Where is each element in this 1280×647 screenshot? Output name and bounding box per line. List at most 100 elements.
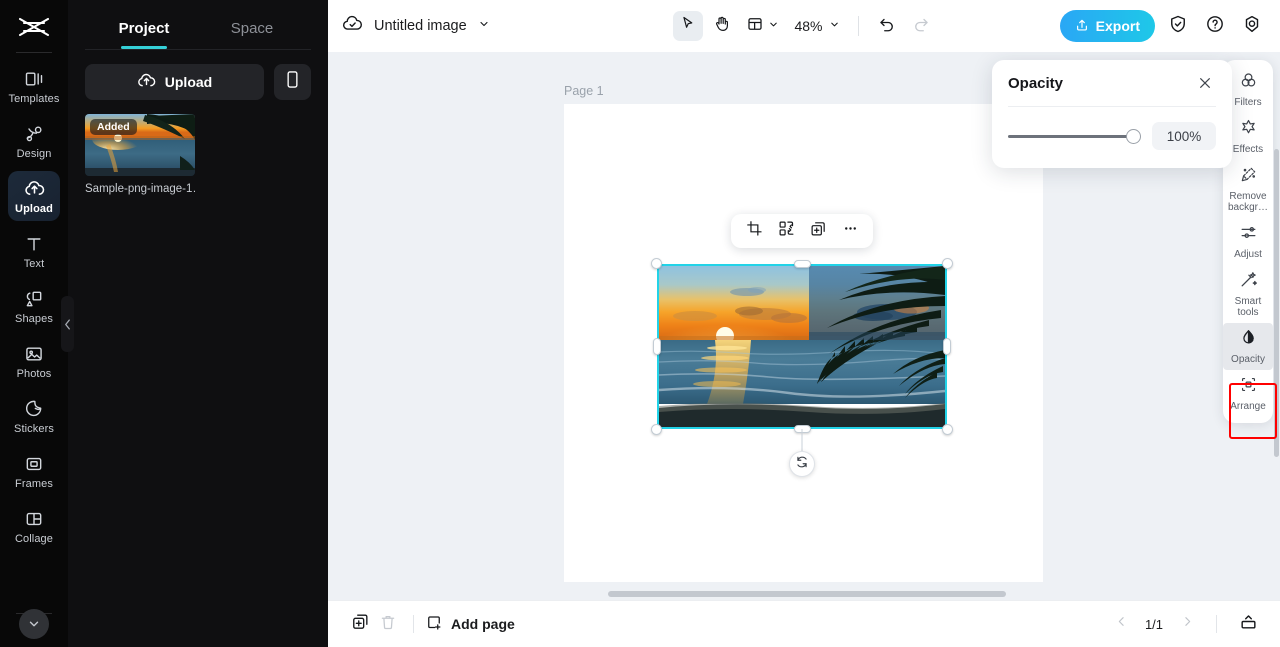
upload-cloud-icon — [137, 71, 156, 93]
sidebar-item-label: Stickers — [14, 422, 54, 435]
resize-handle-top-right[interactable] — [942, 258, 953, 269]
opacity-popup: Opacity 100% — [992, 60, 1232, 168]
tool-opacity[interactable]: Opacity — [1223, 323, 1273, 370]
tool-smart-tools[interactable]: Smart tools — [1223, 265, 1273, 323]
upload-cloud-icon — [23, 178, 45, 200]
select-tool-button[interactable] — [672, 11, 703, 41]
rail-collapse-button[interactable] — [19, 609, 49, 639]
hand-tool-button[interactable] — [707, 11, 737, 41]
sidebar-item-shapes[interactable]: Shapes — [8, 281, 60, 331]
tool-label: Smart tools — [1234, 296, 1262, 318]
delete-page-button[interactable] — [374, 610, 402, 638]
design-icon — [23, 123, 45, 145]
document-title-group[interactable]: Untitled image — [342, 13, 490, 39]
canvas-hscroll-thumb[interactable] — [608, 591, 1006, 597]
resize-handle-bottom-right[interactable] — [942, 424, 953, 435]
sidebar-item-photos[interactable]: Photos — [8, 336, 60, 386]
undo-arrow-icon — [878, 15, 896, 38]
capcut-logo-icon — [14, 14, 54, 40]
canvas-hscroll-track[interactable] — [328, 588, 1280, 600]
upload-from-mobile-button[interactable] — [274, 64, 311, 100]
upload-button-label: Upload — [164, 74, 213, 90]
cursor-arrow-icon — [679, 15, 696, 37]
tab-project[interactable]: Project — [90, 14, 198, 49]
sidebar-item-upload[interactable]: Upload — [8, 171, 60, 221]
duplicate-page-button[interactable] — [346, 610, 374, 638]
arrange-icon — [1239, 375, 1258, 399]
tool-adjust[interactable]: Adjust — [1223, 218, 1273, 265]
layout-selector[interactable] — [741, 11, 784, 42]
sidebar-item-stickers[interactable]: Stickers — [8, 391, 60, 441]
resize-handle-right[interactable] — [943, 338, 951, 355]
rail-divider — [16, 52, 52, 53]
export-button[interactable]: Export — [1059, 10, 1155, 42]
sidebar-item-collage[interactable]: Collage — [8, 501, 60, 551]
tab-space[interactable]: Space — [198, 14, 306, 49]
resize-handle-bottom-left[interactable] — [651, 424, 662, 435]
redo-button[interactable] — [906, 11, 936, 41]
undo-button[interactable] — [872, 11, 902, 41]
sidebar-item-label: Design — [16, 147, 52, 160]
prev-page-button[interactable] — [1109, 612, 1133, 636]
tool-remove-background[interactable]: Remove backgr… — [1223, 160, 1273, 218]
tool-arrange[interactable]: Arrange — [1223, 370, 1273, 417]
sidebar-item-frames[interactable]: Frames — [8, 446, 60, 496]
page-indicator: 1/1 — [1144, 616, 1164, 632]
bottom-divider-right — [1216, 615, 1217, 633]
replace-button[interactable] — [773, 218, 799, 244]
photos-icon — [23, 343, 45, 365]
sidebar-item-templates[interactable]: Templates — [8, 61, 60, 111]
crop-button[interactable] — [741, 218, 767, 244]
resize-handle-top-left[interactable] — [651, 258, 662, 269]
chevron-down-icon[interactable] — [478, 17, 490, 35]
tool-label: Filters — [1234, 97, 1262, 108]
canvas-area[interactable]: Page 1 Opacity 100% Filters Effects Remo… — [328, 52, 1280, 600]
more-options-button[interactable] — [837, 218, 863, 244]
zoom-selector[interactable]: 48% — [788, 13, 845, 39]
sidebar-item-design[interactable]: Design — [8, 116, 60, 166]
asset-item[interactable]: Added Sample-png-image-1… — [85, 114, 195, 195]
resize-handle-left[interactable] — [653, 338, 661, 355]
mobile-phone-icon — [285, 70, 300, 94]
asset-thumbnail[interactable]: Added — [85, 114, 195, 176]
upload-button[interactable]: Upload — [85, 64, 264, 100]
help-button[interactable] — [1201, 12, 1229, 40]
next-page-button[interactable] — [1175, 612, 1199, 636]
effects-star-icon — [1239, 118, 1258, 142]
document-title: Untitled image — [374, 18, 467, 34]
security-button[interactable] — [1164, 12, 1192, 40]
chevron-down-icon — [768, 17, 779, 35]
redo-arrow-icon — [912, 15, 930, 38]
hand-icon — [713, 15, 731, 38]
chevron-left-icon — [1115, 615, 1128, 633]
sidebar-item-text[interactable]: Text — [8, 226, 60, 276]
canvas-image[interactable] — [657, 264, 947, 429]
share-upload-icon — [1075, 18, 1089, 35]
add-page-button[interactable]: Add page — [425, 614, 515, 635]
duplicate-button[interactable] — [805, 218, 831, 244]
resize-handle-top[interactable] — [793, 260, 811, 268]
sidebar-item-label: Shapes — [15, 312, 53, 325]
rotate-handle[interactable] — [789, 451, 815, 477]
duplicate-page-icon — [351, 612, 370, 636]
tool-label: Remove backgr… — [1227, 191, 1268, 213]
replace-icon — [778, 220, 795, 242]
opacity-slider[interactable] — [1008, 128, 1141, 144]
opacity-slider-knob[interactable] — [1126, 128, 1141, 144]
close-icon[interactable] — [1194, 72, 1216, 94]
panel-collapse-handle[interactable] — [61, 296, 74, 352]
selected-image-group[interactable] — [651, 214, 953, 477]
opacity-popup-title: Opacity — [1008, 74, 1064, 92]
settings-button[interactable] — [1238, 12, 1266, 40]
trash-icon — [379, 613, 397, 636]
tools-panel-scrollbar[interactable] — [1274, 149, 1279, 457]
crop-icon — [746, 220, 763, 242]
add-page-icon — [425, 614, 443, 635]
opacity-value-input[interactable]: 100% — [1152, 122, 1216, 150]
present-button[interactable] — [1234, 610, 1262, 638]
toolbar-divider — [857, 16, 859, 36]
smart-tools-wand-icon — [1239, 270, 1258, 294]
opacity-popup-body: 100% — [992, 107, 1232, 168]
opacity-popup-header: Opacity — [992, 60, 1232, 106]
upload-row: Upload — [68, 50, 328, 100]
